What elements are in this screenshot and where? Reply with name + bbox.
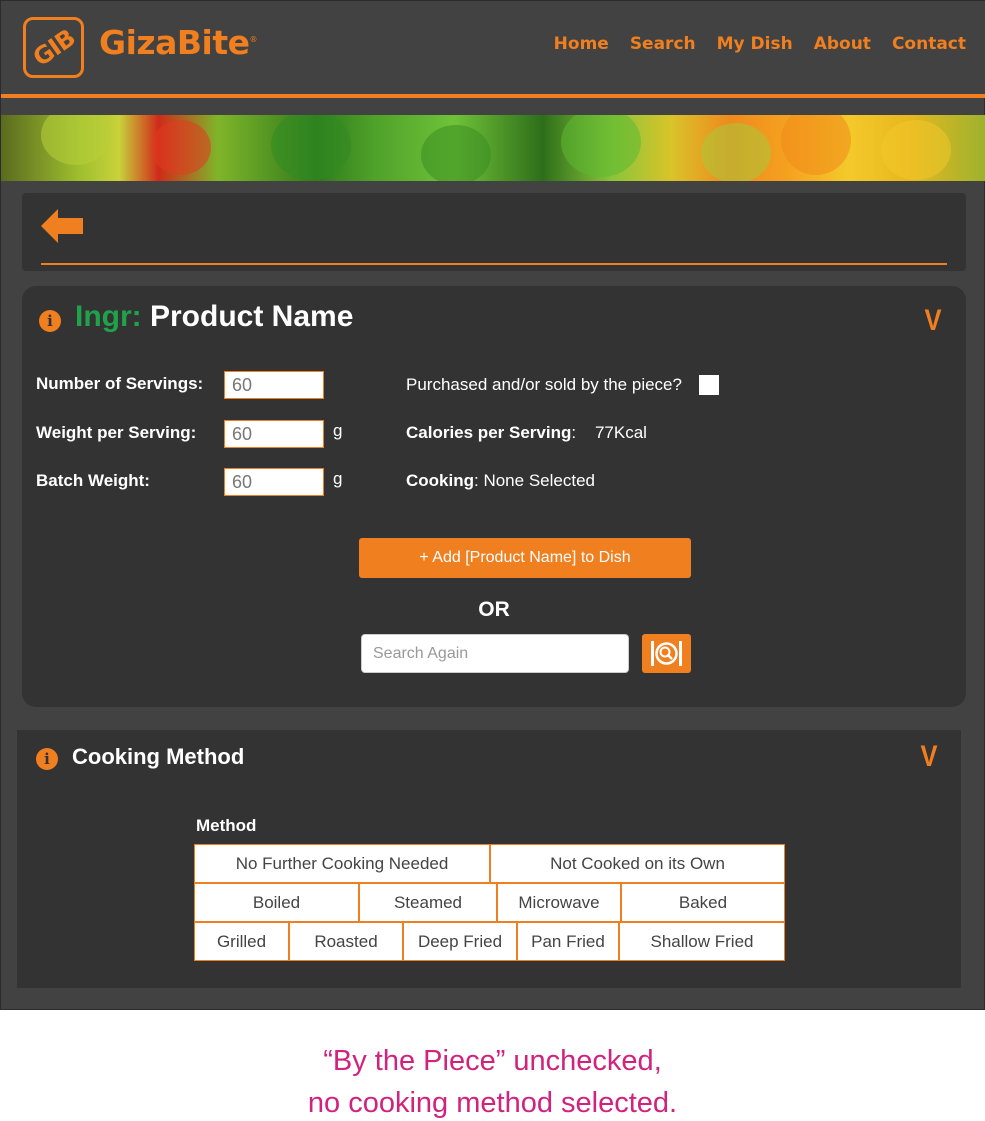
method-option[interactable]: Steamed xyxy=(359,883,497,922)
nav-home[interactable]: Home xyxy=(554,34,609,54)
nav-contact[interactable]: Contact xyxy=(892,34,966,54)
ingredient-name: Product Name xyxy=(150,300,354,333)
weight-label: Weight per Serving: xyxy=(36,423,197,442)
method-option[interactable]: Roasted xyxy=(289,922,403,961)
ingredient-prefix: Ingr: xyxy=(75,300,142,333)
plate-search-icon xyxy=(651,641,682,666)
method-row-1: No Further Cooking Needed Not Cooked on … xyxy=(194,844,785,883)
back-panel xyxy=(22,193,966,271)
back-arrow-icon[interactable] xyxy=(41,209,83,243)
ingredient-title: Ingr: Product Name xyxy=(75,300,353,334)
by-piece-label: Purchased and/or sold by the piece? xyxy=(406,375,682,394)
add-to-dish-button[interactable]: + Add [Product Name] to Dish xyxy=(359,538,691,578)
or-separator: OR xyxy=(478,598,510,621)
search-button[interactable] xyxy=(642,634,691,673)
annotation-caption: “By the Piece” unchecked, no cooking met… xyxy=(0,1040,985,1121)
batch-unit: g xyxy=(333,469,343,488)
method-option[interactable]: Shallow Fried xyxy=(619,922,785,961)
header-divider xyxy=(1,94,985,98)
main-nav: Home Search My Dish About Contact xyxy=(554,34,966,54)
calories-label: Calories per Serving xyxy=(406,423,572,442)
nav-search[interactable]: Search xyxy=(630,34,696,54)
method-row-3: Grilled Roasted Deep Fried Pan Fried Sha… xyxy=(194,922,785,961)
weight-unit: g xyxy=(333,421,343,440)
method-option[interactable]: Boiled xyxy=(194,883,359,922)
cooking-value: None Selected xyxy=(483,471,595,490)
info-icon[interactable]: i xyxy=(39,310,61,332)
back-panel-divider xyxy=(41,263,947,265)
batch-input[interactable]: 60 xyxy=(224,468,324,496)
cooking-chevron-down-icon[interactable]: V xyxy=(921,740,938,774)
calories-row: Calories per Serving: 77Kcal xyxy=(406,423,647,442)
brand-name: GizaBite xyxy=(99,23,250,62)
batch-label: Batch Weight: xyxy=(36,471,150,490)
nav-about[interactable]: About xyxy=(814,34,871,54)
servings-input[interactable]: 60 xyxy=(224,371,324,399)
cooking-row: Cooking: None Selected xyxy=(406,471,595,490)
nav-my-dish[interactable]: My Dish xyxy=(717,34,793,54)
cooking-label: Cooking xyxy=(406,471,474,490)
method-option[interactable]: No Further Cooking Needed xyxy=(194,844,490,883)
ingredient-panel: i Ingr: Product Name V Number of Serving… xyxy=(22,286,966,707)
method-row-2: Boiled Steamed Microwave Baked xyxy=(194,883,785,922)
header: GIB GizaBite® Home Search My Dish About … xyxy=(1,1,985,95)
by-piece-checkbox[interactable] xyxy=(699,375,719,395)
weight-input[interactable]: 60 xyxy=(224,420,324,448)
cooking-title: Cooking Method xyxy=(72,744,245,769)
method-label: Method xyxy=(196,816,257,835)
cooking-info-icon[interactable]: i xyxy=(36,748,58,770)
method-option[interactable]: Deep Fried xyxy=(403,922,517,961)
method-option[interactable]: Baked xyxy=(621,883,785,922)
search-input[interactable]: Search Again xyxy=(361,634,629,673)
method-option[interactable]: Not Cooked on its Own xyxy=(490,844,785,883)
app-frame: GIB GizaBite® Home Search My Dish About … xyxy=(0,0,985,1010)
logo-wordmark[interactable]: GizaBite® xyxy=(99,23,257,62)
caption-line-1: “By the Piece” unchecked, xyxy=(323,1045,662,1077)
method-option[interactable]: Microwave xyxy=(497,883,621,922)
logo-mark-text: GIB xyxy=(27,23,80,72)
caption-line-2: no cooking method selected. xyxy=(307,1087,678,1119)
method-option[interactable]: Pan Fried xyxy=(517,922,619,961)
method-option[interactable]: Grilled xyxy=(194,922,289,961)
chevron-down-icon[interactable]: V xyxy=(925,304,942,338)
trademark: ® xyxy=(249,35,258,44)
peppers-banner-image xyxy=(1,115,985,181)
cooking-method-panel: i Cooking Method V Method No Further Coo… xyxy=(17,730,961,988)
logo-mark[interactable]: GIB xyxy=(23,17,84,78)
servings-label: Number of Servings: xyxy=(36,374,204,393)
calories-value: 77Kcal xyxy=(594,423,647,442)
